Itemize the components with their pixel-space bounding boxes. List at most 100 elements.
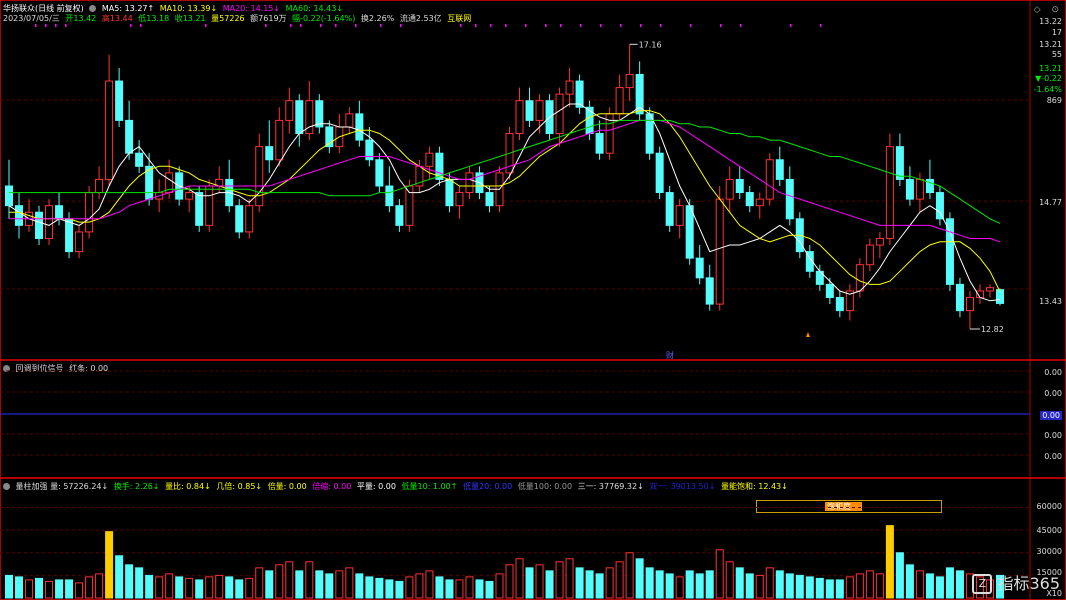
- axis-label-3: 55: [1051, 50, 1062, 59]
- candle-body-1: [15, 205, 24, 226]
- stock-chart-app: 华扬联众(日线 前复权) MA5: 13.27↑ MA10: 13.39↓ MA…: [0, 0, 1066, 600]
- axis-label-6: -1.64%: [1033, 85, 1062, 94]
- ma60-line: [9, 119, 1001, 224]
- candle-body-13: [135, 152, 144, 167]
- volume-bar-95: [955, 570, 964, 599]
- candle-body-34: [345, 113, 354, 128]
- volume-bar-52: [525, 567, 534, 599]
- volume-bar-47: [475, 579, 484, 599]
- candle-body-72: [725, 178, 734, 200]
- candle-body-44: [445, 178, 454, 207]
- volume-bar-93: [935, 576, 944, 599]
- volume-bar-28: [285, 561, 294, 599]
- volume-bar-60: [605, 567, 614, 599]
- volume-bar-24: [245, 577, 254, 599]
- candle-body-77: [775, 159, 784, 180]
- volume-bar-1: [15, 576, 24, 599]
- signal-dot-10: [320, 24, 322, 27]
- volume-bar-31: [315, 570, 324, 599]
- candle-body-98: [985, 287, 994, 292]
- volume-bar-37: [375, 577, 384, 599]
- candle-body-89: [895, 146, 904, 180]
- axis-label-7: 869: [1046, 96, 1062, 105]
- volume-bar-14: [145, 574, 154, 599]
- volume-bar-54: [545, 570, 554, 599]
- candle-body-46: [465, 172, 474, 194]
- candle-body-78: [785, 178, 794, 220]
- volume-bar-48: [485, 580, 494, 599]
- signal-dot-12: [355, 24, 357, 27]
- volume-bar-4: [45, 580, 54, 599]
- volume-bar-71: [715, 549, 724, 599]
- volume-bar-50: [505, 564, 514, 599]
- volume-bar-85: [855, 573, 864, 599]
- signal-axis-3: 0.00: [1044, 431, 1062, 440]
- signal-dot-18: [505, 24, 507, 27]
- volume-bar-67: [675, 576, 684, 599]
- candle-body-96: [965, 297, 974, 312]
- volume-bar-32: [325, 573, 334, 599]
- candle-body-94: [945, 218, 954, 285]
- candle-body-93: [935, 192, 944, 220]
- candle-body-37: [375, 159, 384, 187]
- volume-bar-76: [765, 567, 774, 599]
- candle-body-70: [705, 277, 714, 305]
- volume-axis-2: 30000: [1036, 547, 1062, 556]
- volume-bar-84: [845, 576, 854, 599]
- candle-body-52: [525, 100, 534, 121]
- volume-bar-43: [435, 576, 444, 599]
- candle-body-29: [295, 100, 304, 135]
- signal-dot-9: [300, 24, 302, 27]
- volume-bar-59: [595, 573, 604, 599]
- volume-bar-88: [885, 525, 894, 599]
- volume-bar-74: [745, 573, 754, 599]
- volume-axis-0: 60000: [1036, 502, 1062, 511]
- candle-body-5: [55, 205, 64, 220]
- candle-body-48: [485, 192, 494, 207]
- volume-bar-69: [695, 573, 704, 599]
- volume-bar-42: [425, 570, 434, 599]
- candle-body-27: [275, 119, 284, 161]
- candle-body-65: [655, 152, 664, 194]
- volume-bar-18: [185, 577, 194, 599]
- volume-bar-65: [655, 570, 664, 599]
- signal-dot-4: [130, 24, 132, 27]
- candle-body-19: [195, 192, 204, 226]
- signal-dot-29: [740, 24, 742, 27]
- signal-dot-28: [720, 24, 722, 27]
- volume-bar-72: [725, 561, 734, 599]
- axis-label-0: 13.22: [1039, 17, 1062, 26]
- signal-dot-19: [525, 24, 527, 27]
- signal-dot-11: [335, 24, 337, 27]
- candle-body-25: [255, 146, 264, 207]
- candle-body-9: [95, 178, 104, 194]
- volume-bar-68: [685, 570, 694, 599]
- volume-bar-5: [55, 579, 64, 599]
- volume-bar-35: [355, 573, 364, 599]
- volume-bar-13: [135, 567, 144, 599]
- volume-bar-83: [835, 579, 844, 599]
- volume-bar-27: [275, 564, 284, 599]
- candle-body-62: [625, 73, 634, 89]
- volume-bar-94: [945, 567, 954, 599]
- signal-dot-17: [490, 24, 492, 27]
- signal-axis-4: 0.00: [1044, 452, 1062, 461]
- candle-body-73: [735, 178, 744, 194]
- candle-body-6: [65, 218, 74, 253]
- axis-label-4: 13.21: [1039, 64, 1062, 73]
- volume-bar-2: [25, 579, 34, 599]
- signal-dot-8: [290, 24, 292, 27]
- signal-dot-24: [620, 24, 622, 27]
- signal-dot-5: [140, 24, 142, 27]
- volume-bar-77: [775, 570, 784, 599]
- candle-body-38: [385, 185, 394, 207]
- candle-body-71: [715, 198, 724, 305]
- chart-canvas[interactable]: 17.16 12.82 财: [0, 0, 1066, 600]
- candle-body-10: [105, 80, 114, 180]
- volume-bar-44: [445, 579, 454, 599]
- candle-body-4: [45, 205, 54, 239]
- signal-dot-21: [560, 24, 562, 27]
- signal-axis-2: 0.00: [1040, 411, 1062, 420]
- volume-bar-49: [495, 573, 504, 599]
- volume-bar-80: [805, 576, 814, 599]
